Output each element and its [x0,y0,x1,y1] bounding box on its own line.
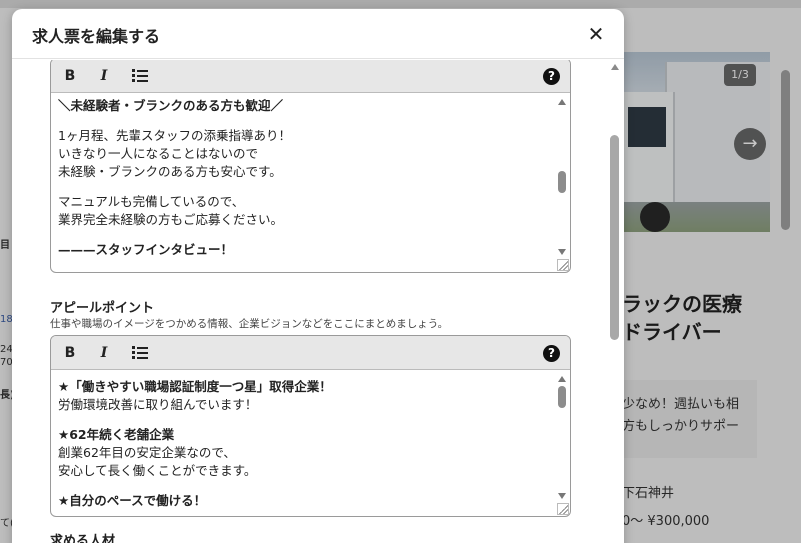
scroll-up-icon[interactable] [611,64,619,70]
help-icon[interactable]: ? [543,345,560,362]
editor-line: ＼未経験者・ブランクのある方も歓迎／ [58,98,284,113]
italic-button[interactable]: I [95,67,113,85]
appeal-help-text: 仕事や職場のイメージをつかめる情報、企業ビジョンなどをここにまとめましょう。 [50,318,449,330]
editor-line: 業界完全未経験の方もご応募ください。 [58,212,284,227]
modal-scrollbar[interactable] [608,60,622,543]
bullet-list-icon [132,69,148,83]
scroll-up-icon[interactable] [558,376,566,382]
close-icon[interactable]: ✕ [584,22,608,46]
bullet-list-icon [132,346,148,360]
italic-button[interactable]: I [95,344,113,362]
editor-line: いきなり一人になることはないので [58,146,259,161]
edit-job-modal: 求人票を編集する ✕ B I ? ＼未経験者・ブランクのある方も歓迎／ 1ヶ月程… [12,9,624,543]
resize-handle[interactable] [557,259,569,271]
editor-line: 安心して長く働くことができます。 [58,463,257,478]
modal-title: 求人票を編集する [32,27,161,46]
modal-body: B I ? ＼未経験者・ブランクのある方も歓迎／ 1ヶ月程、先輩スタッフの添乗指… [12,60,624,543]
scroll-thumb[interactable] [610,135,619,340]
editor-line: 創業62年目の安定企業なので、 [58,445,236,460]
appeal-editor: B I ? ★「働きやすい職場認証制度一つ星」取得企業！ 労働環境改善に取り組ん… [50,335,571,517]
editor-line: 労働環境改善に取り組んでいます！ [58,397,258,412]
editor-line: ★62年続く老舗企業 [58,427,175,442]
scroll-thumb[interactable] [558,171,566,193]
scroll-thumb[interactable] [558,386,566,408]
editor-content[interactable]: ★「働きやすい職場認証制度一つ星」取得企業！ 労働環境改善に取り組んでいます！ … [51,370,570,516]
editor-content[interactable]: ＼未経験者・ブランクのある方も歓迎／ 1ヶ月程、先輩スタッフの添乗指導あり！ い… [51,93,570,272]
editor-line: 未経験・ブランクのある方も安心です。 [58,164,282,179]
modal-header: 求人票を編集する ✕ [12,9,624,59]
editor-line: マニュアルも完備しているので、 [58,194,245,209]
editor-line: ★自分のペースで働ける！ [58,493,207,508]
editor-line: ★「働きやすい職場認証制度一つ星」取得企業！ [58,379,332,394]
bold-button[interactable]: B [61,67,79,85]
scroll-down-icon[interactable] [558,493,566,499]
editor-toolbar: B I ? [51,336,570,370]
requirements-label: 求める人材 [50,534,116,543]
scroll-up-icon[interactable] [558,99,566,105]
bullet-list-button[interactable] [131,67,149,85]
resize-handle[interactable] [557,503,569,515]
help-icon[interactable]: ? [543,68,560,85]
bullet-list-button[interactable] [131,344,149,362]
editor-line: 1ヶ月程、先輩スタッフの添乗指導あり！ [58,128,291,143]
appeal-label: アピールポイント [50,301,155,316]
editor-toolbar: B I ? [51,60,570,93]
description-editor: B I ? ＼未経験者・ブランクのある方も歓迎／ 1ヶ月程、先輩スタッフの添乗指… [50,60,571,273]
editor-line: ———スタッフインタビュー！ [58,242,234,257]
bold-button[interactable]: B [61,344,79,362]
editor-scrollbar[interactable] [556,376,568,499]
editor-scrollbar[interactable] [556,99,568,255]
scroll-down-icon[interactable] [558,249,566,255]
